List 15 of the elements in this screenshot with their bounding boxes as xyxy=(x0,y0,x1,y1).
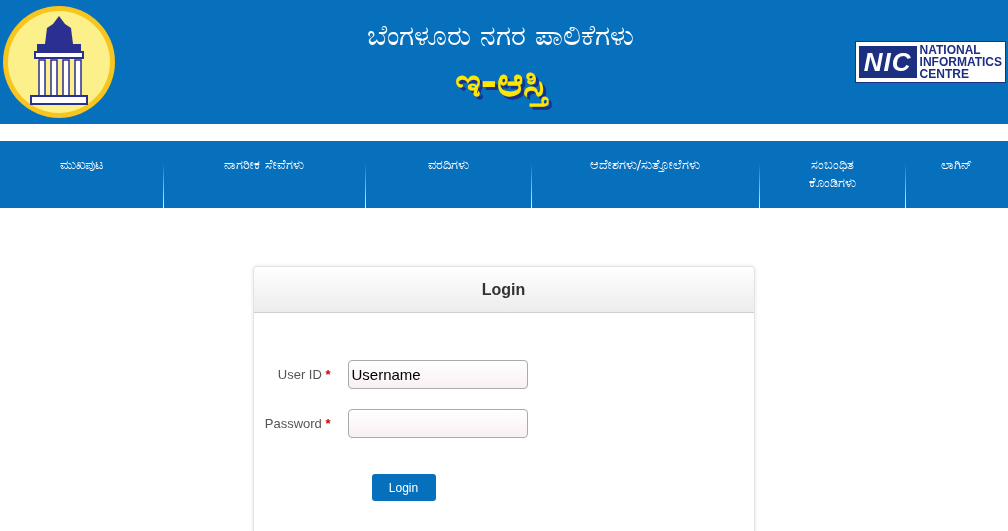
nav-link[interactable]: ವರದಿಗಳು xyxy=(427,156,469,175)
field-label: Password * xyxy=(263,416,331,431)
site-title: ಬೆಂಗಳೂರು ನಗರ ಪಾಲಿಕೆಗಳು xyxy=(367,18,635,53)
field-label: User ID * xyxy=(276,367,331,382)
nav-link[interactable]: ಮುಖಪುಟ xyxy=(60,156,103,175)
nav-link[interactable]: ಲಾಗಿನ್ xyxy=(941,156,972,175)
nav-link[interactable]: ಆದೇಶಗಳು/ಸುತ್ತೋಲೆಗಳು xyxy=(589,156,701,175)
app-title: ಇ-ಆಸ್ತಿ xyxy=(454,58,548,106)
nav-link[interactable]: ಸಂಬಂಧಿತ ಕೊಂಡಿಗಳು xyxy=(787,156,877,193)
card-title: Login xyxy=(481,280,526,299)
login-button[interactable]: Login xyxy=(371,474,436,501)
password-field[interactable] xyxy=(347,409,528,438)
nav-link[interactable]: ನಾಗರೀಕ ಸೇವೆಗಳು xyxy=(224,156,304,175)
temple-emblem-icon xyxy=(1,4,117,120)
user-id-field[interactable]: Username xyxy=(347,360,528,389)
